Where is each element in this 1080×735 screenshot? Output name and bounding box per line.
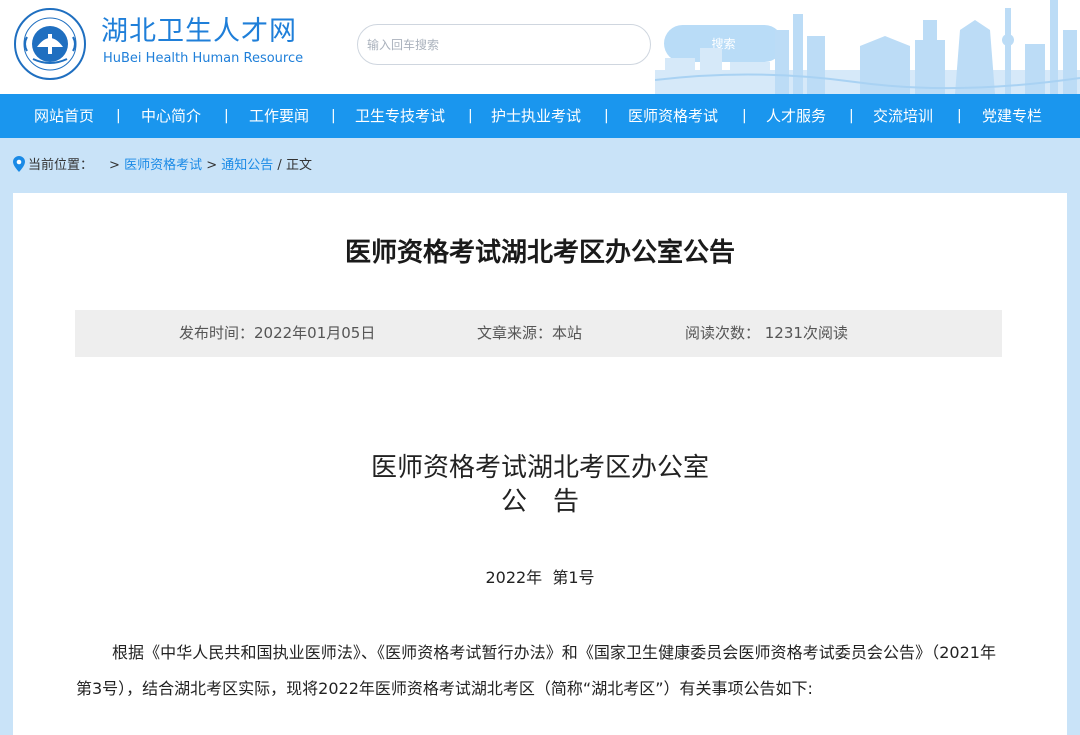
nav-item-health-exam[interactable]: 卫生专技考试 (355, 94, 445, 138)
nav-separator: | (742, 108, 747, 124)
location-pin-icon (13, 156, 25, 172)
nav-item-nurse-exam[interactable]: 护士执业考试 (491, 94, 581, 138)
document-number: 2022年 第1号 (485, 568, 595, 587)
publish-time: 发布时间：2022年01月05日 (179, 324, 376, 342)
site-title[interactable]: 湖北卫生人才网 (101, 16, 297, 48)
search-input[interactable] (357, 24, 651, 65)
article-title: 医师资格考试湖北考区办公室公告 (344, 238, 735, 268)
main-navigation: 网站首页 | 中心简介 | 工作要闻 | 卫生专技考试 | 护士执业考试 | 医… (0, 94, 1080, 138)
article-body-paragraph: 根据《中华人民共和国执业医师法》、《医师资格考试暂行办法》和《国家卫生健康委员会… (76, 643, 996, 698)
nav-item-party[interactable]: 党建专栏 (982, 94, 1042, 138)
breadcrumb-link-notices[interactable]: 通知公告 (221, 158, 273, 173)
breadcrumb-link-doctor-exam[interactable]: 医师资格考试 (124, 158, 202, 173)
breadcrumb-label: 当前位置： (28, 158, 94, 173)
nav-separator: | (224, 108, 229, 124)
nav-separator: | (331, 108, 336, 124)
nav-item-about[interactable]: 中心简介 (141, 94, 201, 138)
document-subheading: 公告 (500, 487, 605, 517)
nav-item-home[interactable]: 网站首页 (34, 94, 94, 138)
nav-separator: | (116, 108, 121, 124)
nav-separator: | (468, 108, 473, 124)
nav-separator: | (604, 108, 609, 124)
nav-item-doctor-exam[interactable]: 医师资格考试 (628, 94, 718, 138)
logo-emblem-icon[interactable] (13, 7, 87, 81)
read-count: 阅读次数： 1231次阅读 (685, 324, 848, 342)
site-header: 湖北卫生人才网 HuBei Health Human Resource 搜索 (0, 0, 1080, 94)
article-meta-bar: 发布时间：2022年01月05日 文章来源：本站 阅读次数： 1231次阅读 (75, 310, 1002, 357)
city-skyline-illustration (655, 0, 1080, 94)
breadcrumb-slash: / (277, 158, 282, 173)
nav-item-news[interactable]: 工作要闻 (249, 94, 309, 138)
breadcrumb-arrow: > (109, 158, 120, 173)
nav-separator: | (849, 108, 854, 124)
breadcrumb-current: 正文 (285, 158, 312, 173)
site-subtitle: HuBei Health Human Resource (103, 51, 304, 66)
nav-item-talent[interactable]: 人才服务 (766, 94, 826, 138)
article-source: 文章来源：本站 (477, 324, 583, 342)
document-heading: 医师资格考试湖北考区办公室 (370, 453, 709, 483)
breadcrumb: 当前位置： > 医师资格考试 > 通知公告 / 正文 (13, 156, 312, 176)
nav-item-training[interactable]: 交流培训 (873, 94, 933, 138)
article-panel: 医师资格考试湖北考区办公室公告 发布时间：2022年01月05日 文章来源：本站… (13, 193, 1067, 735)
nav-separator: | (957, 108, 962, 124)
breadcrumb-arrow: > (206, 158, 218, 173)
